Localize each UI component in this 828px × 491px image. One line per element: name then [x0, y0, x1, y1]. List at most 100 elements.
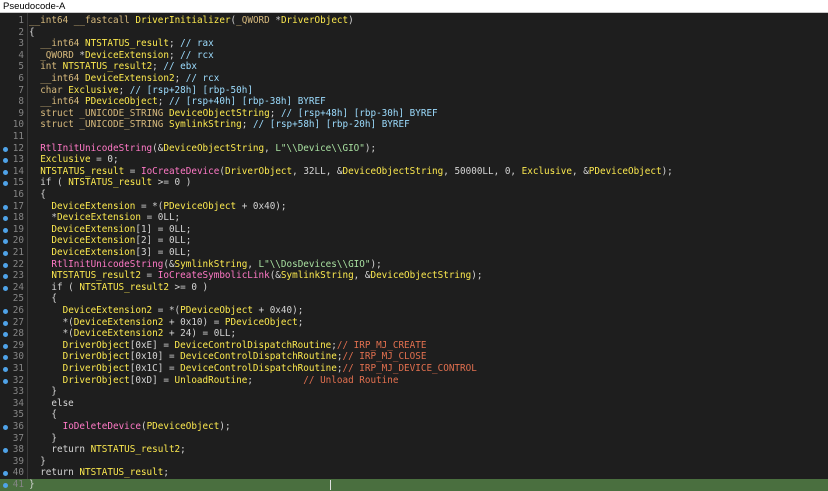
window-title: Pseudocode-A — [3, 1, 66, 12]
code-text: *DeviceExtension = 0LL; — [29, 212, 181, 224]
code-text: DeviceExtension2 = *(PDeviceObject + 0x4… — [62, 305, 304, 316]
code-text: DeviceExtension[2] = 0LL; — [51, 235, 192, 247]
code-line[interactable]: 18 *DeviceExtension = 0LL; — [0, 212, 828, 224]
code-line[interactable]: 4 _QWORD *DeviceExtension; // rcx — [0, 50, 828, 62]
code-line[interactable]: 2{ — [0, 27, 828, 39]
code-text: DeviceExtension = *(PDeviceObject + 0x40… — [51, 200, 287, 212]
code-line[interactable]: 35 { — [0, 409, 828, 421]
code-line[interactable]: 41} — [0, 479, 828, 491]
code-text: RtlInitUnicodeString(&DeviceObjectString… — [40, 142, 377, 154]
code-line[interactable]: 16 { — [0, 189, 828, 201]
code-text: { — [29, 26, 35, 38]
code-line[interactable]: 3 __int64 NTSTATUS_result; // rax — [0, 38, 828, 50]
code-line[interactable]: 36 IoDeleteDevice(PDeviceObject); — [0, 421, 828, 433]
code-text: { — [29, 293, 57, 305]
code-line[interactable]: 29 DriverObject[0xE] = DeviceControlDisp… — [0, 340, 828, 352]
code-line[interactable]: 33 } — [0, 386, 828, 398]
code-line[interactable]: 14 NTSTATUS_result = IoCreateDevice(Driv… — [0, 166, 828, 178]
line-number: 23 — [12, 270, 24, 282]
code-line[interactable]: 10 struct _UNICODE_STRING SymlinkString;… — [0, 119, 828, 131]
code-line[interactable]: 40 return NTSTATUS_result; — [0, 467, 828, 479]
code-line[interactable]: 26 DeviceExtension2 = *(PDeviceObject + … — [0, 305, 828, 317]
code-text: int NTSTATUS_result2; // ebx — [40, 61, 197, 73]
line-number: 32 — [12, 374, 24, 386]
line-number: 18 — [12, 212, 24, 224]
line-number: 27 — [12, 316, 24, 328]
code-line[interactable]: 28 *(DeviceExtension2 + 24) = 0LL; — [0, 328, 828, 340]
code-line[interactable]: 25 { — [0, 293, 828, 305]
line-number: 40 — [12, 467, 24, 479]
code-line[interactable]: 39 } — [0, 456, 828, 468]
line-number: 6 — [18, 73, 24, 84]
line-number: 9 — [18, 107, 24, 119]
line-number: 34 — [12, 397, 24, 409]
code-text: __int64 DeviceExtension2; // rcx — [40, 73, 220, 84]
line-number: 33 — [12, 386, 24, 398]
line-number: 1 — [18, 15, 24, 26]
window-title-bar: Pseudocode-A — [0, 0, 828, 13]
code-text: DeviceExtension[1] = 0LL; — [51, 223, 192, 235]
line-number: 36 — [12, 421, 24, 432]
code-line[interactable]: 12 RtlInitUnicodeString(&DeviceObjectStr… — [0, 143, 828, 155]
line-number: 38 — [12, 444, 24, 456]
code-text: __int64 PDeviceObject; // [rsp+40h] [rbp… — [40, 96, 326, 108]
code-text: DriverObject[0xE] = DeviceControlDispatc… — [62, 339, 427, 351]
code-line[interactable]: 30 DriverObject[0x10] = DeviceControlDis… — [0, 351, 828, 363]
code-text: return NTSTATUS_result; — [29, 467, 169, 479]
code-line[interactable]: 38 return NTSTATUS_result2; — [0, 444, 828, 456]
code-line[interactable]: 8 __int64 PDeviceObject; // [rsp+40h] [r… — [0, 96, 828, 108]
code-line[interactable]: 20 DeviceExtension[2] = 0LL; — [0, 235, 828, 247]
line-number: 2 — [18, 26, 24, 38]
line-number: 4 — [18, 49, 24, 61]
code-text: } — [29, 455, 46, 467]
code-line[interactable]: 22 RtlInitUnicodeString(&SymlinkString, … — [0, 259, 828, 271]
line-number: 30 — [12, 351, 24, 363]
code-text: DriverObject[0x1C] = DeviceControlDispat… — [62, 363, 477, 374]
code-line[interactable]: 34 else — [0, 398, 828, 410]
line-number: 28 — [12, 328, 24, 340]
code-text: DriverObject[0xD] = UnloadRoutine; // Un… — [62, 374, 399, 386]
line-number: 13 — [12, 154, 24, 166]
code-line[interactable]: 19 DeviceExtension[1] = 0LL; — [0, 224, 828, 236]
code-text: IoDeleteDevice(PDeviceObject); — [62, 421, 231, 432]
code-line[interactable]: 24 if ( NTSTATUS_result2 >= 0 ) — [0, 282, 828, 294]
line-number: 5 — [18, 61, 24, 73]
line-number: 31 — [12, 363, 24, 374]
code-line[interactable]: 1 __int64 __fastcall DriverInitializer(_Q… — [0, 15, 828, 27]
code-line[interactable]: 13 Exclusive = 0; — [0, 154, 828, 166]
line-number: 24 — [12, 281, 24, 293]
code-text: } — [29, 432, 57, 444]
code-line[interactable]: 5 int NTSTATUS_result2; // ebx — [0, 61, 828, 73]
code-text: { — [29, 189, 46, 200]
code-text: NTSTATUS_result2 = IoCreateSymbolicLink(… — [51, 270, 483, 282]
code-text: *(DeviceExtension2 + 0x10) = PDeviceObje… — [29, 316, 304, 328]
code-line[interactable]: 17 DeviceExtension = *(PDeviceObject + 0… — [0, 201, 828, 213]
code-line[interactable]: 23 NTSTATUS_result2 = IoCreateSymbolicLi… — [0, 270, 828, 282]
code-text: *(DeviceExtension2 + 24) = 0LL; — [29, 328, 237, 340]
code-text: struct _UNICODE_STRING SymlinkString; //… — [40, 119, 410, 131]
line-number: 8 — [18, 96, 24, 108]
code-text: DriverObject[0x10] = DeviceControlDispat… — [62, 351, 427, 363]
code-line[interactable]: 31 DriverObject[0x1C] = DeviceControlDis… — [0, 363, 828, 375]
line-number: 22 — [12, 258, 24, 270]
code-text: Exclusive = 0; — [40, 154, 119, 166]
code-line[interactable]: 6 __int64 DeviceExtension2; // rcx — [0, 73, 828, 85]
code-line[interactable]: 32 DriverObject[0xD] = UnloadRoutine; //… — [0, 375, 828, 387]
code-text: if ( NTSTATUS_result >= 0 ) — [29, 177, 192, 189]
code-line[interactable]: 7 char Exclusive; // [rsp+28h] [rbp-50h] — [0, 85, 828, 97]
line-number: 10 — [12, 119, 24, 131]
pseudocode-editor[interactable]: 1 __int64 __fastcall DriverInitializer(_Q… — [0, 13, 828, 491]
line-number: 11 — [12, 131, 24, 142]
code-text: __int64 __fastcall DriverInitializer(_QW… — [29, 15, 354, 26]
code-line[interactable]: 27 *(DeviceExtension2 + 0x10) = PDeviceO… — [0, 317, 828, 329]
code-line[interactable]: 15 if ( NTSTATUS_result >= 0 ) — [0, 177, 828, 189]
code-text: } — [29, 479, 35, 490]
code-line[interactable]: 21 DeviceExtension[3] = 0LL; — [0, 247, 828, 259]
line-number: 29 — [12, 339, 24, 351]
code-line[interactable]: 9 struct _UNICODE_STRING DeviceObjectStr… — [0, 108, 828, 120]
code-line[interactable]: 37 } — [0, 433, 828, 445]
line-number: 12 — [12, 142, 24, 154]
code-line[interactable]: 11 — [0, 131, 828, 143]
code-text: __int64 NTSTATUS_result; // rax — [40, 38, 214, 50]
code-text: if ( NTSTATUS_result2 >= 0 ) — [29, 281, 209, 293]
